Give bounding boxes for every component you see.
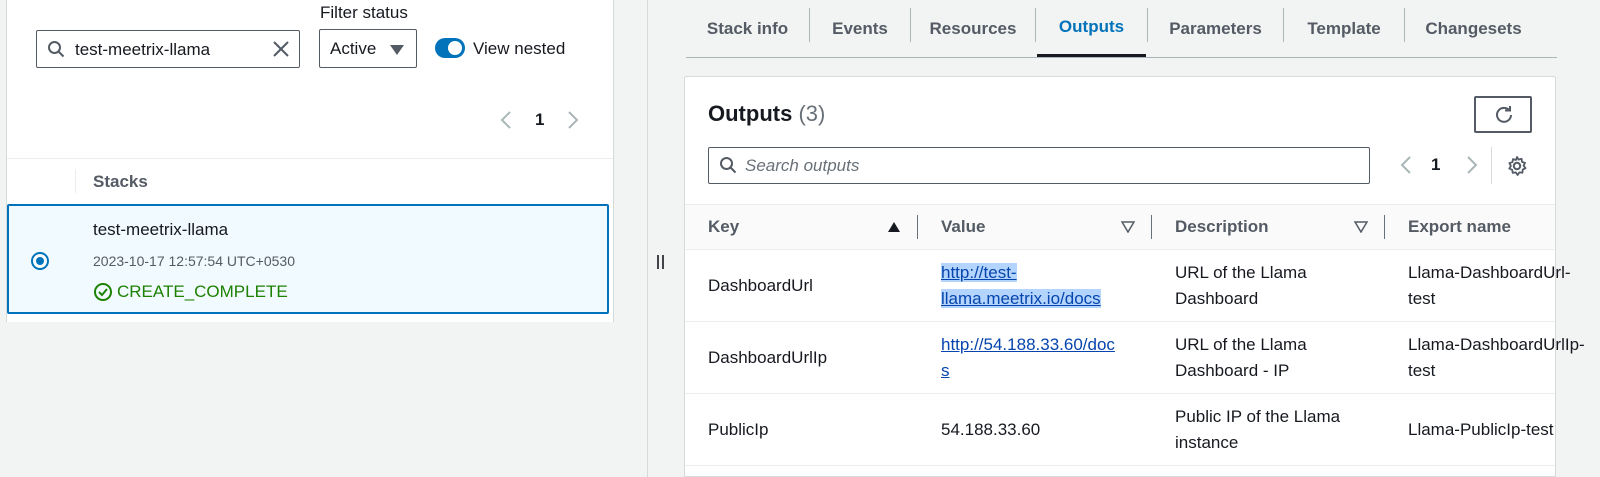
column-header-key[interactable]: Key: [708, 217, 739, 237]
search-icon: [48, 41, 65, 58]
drag-handle-icon[interactable]: [654, 254, 666, 270]
filter-status-label: Filter status: [320, 3, 408, 22]
stack-search-input[interactable]: test-meetrix-llama: [36, 30, 300, 68]
stack-radio[interactable]: [31, 252, 49, 270]
gear-icon[interactable]: [1506, 155, 1528, 177]
sort-ascending-icon[interactable]: [887, 221, 901, 233]
search-outputs-input[interactable]: [745, 154, 1345, 178]
toggle-knob: [448, 41, 462, 55]
output-key: PublicIp: [708, 420, 769, 439]
output-description: Public IP of the Llama instance: [1175, 404, 1340, 456]
check-circle-icon: [94, 283, 112, 301]
output-value: 54.188.33.60: [941, 420, 1041, 439]
output-export-name: Llama-DashboardUrl- test: [1408, 260, 1571, 312]
stacks-table-header: Stacks: [7, 158, 613, 204]
outputs-container: Outputs (3) 1 Key: [684, 76, 1585, 477]
export-line: Llama-DashboardUrlIp-: [1408, 335, 1585, 354]
chevron-right-icon[interactable]: [1461, 155, 1481, 175]
column-divider: [75, 169, 76, 193]
tab-template[interactable]: Template: [1284, 0, 1404, 57]
chevron-left-icon[interactable]: [1397, 155, 1417, 175]
tab-divider: [1035, 8, 1036, 42]
description-line: Dashboard: [1175, 289, 1259, 308]
caret-down-icon: [390, 45, 404, 55]
output-value-link[interactable]: http://54.188.33.60/doc: [941, 335, 1115, 354]
outputs-table-header: Key Value Description Export name: [685, 204, 1555, 250]
tab-events[interactable]: Events: [810, 0, 910, 57]
output-export-name: Llama-DashboardUrlIp- test: [1408, 332, 1585, 384]
description-line: URL of the Llama: [1175, 335, 1307, 354]
output-key: DashboardUrl: [708, 276, 813, 295]
tab-outputs[interactable]: Outputs: [1037, 0, 1146, 57]
description-line: Dashboard - IP: [1175, 361, 1290, 380]
view-nested-label: View nested: [473, 39, 566, 58]
tab-changesets[interactable]: Changesets: [1405, 0, 1542, 57]
outputs-pagination: 1: [1393, 153, 1483, 177]
refresh-button[interactable]: [1474, 96, 1532, 133]
column-divider[interactable]: [1384, 215, 1385, 239]
tab-parameters[interactable]: Parameters: [1148, 0, 1283, 57]
output-value-link[interactable]: llama.meetrix.io/docs: [941, 289, 1101, 308]
stack-name[interactable]: test-meetrix-llama: [93, 220, 228, 240]
table-row: DashboardUrlIp http://54.188.33.60/doc s…: [685, 322, 1585, 394]
column-divider[interactable]: [917, 215, 918, 239]
tab-resources[interactable]: Resources: [911, 0, 1035, 57]
export-line: test: [1408, 361, 1436, 380]
column-header-description[interactable]: Description: [1175, 217, 1269, 237]
search-icon: [720, 157, 737, 174]
outputs-heading: Outputs (3): [708, 101, 825, 127]
chevron-left-icon[interactable]: [497, 110, 517, 130]
panel-splitter[interactable]: [647, 0, 648, 477]
description-line: Public IP of the Llama: [1175, 407, 1341, 426]
stacks-panel: Filter status test-meetrix-llama Active …: [0, 0, 614, 477]
output-value-link[interactable]: http://test-: [941, 263, 1017, 282]
stacks-pagination: 1: [497, 108, 587, 132]
column-header-value[interactable]: Value: [941, 217, 985, 237]
outputs-count: (3): [798, 101, 826, 126]
stack-status-text: CREATE_COMPLETE: [117, 282, 288, 301]
stacks-card: Filter status test-meetrix-llama Active …: [6, 0, 614, 322]
output-value-link[interactable]: s: [941, 361, 950, 380]
clear-icon[interactable]: [271, 39, 291, 59]
export-line: Llama-DashboardUrl-: [1408, 263, 1571, 282]
sort-descending-icon[interactable]: [1121, 221, 1135, 233]
stack-date: 2023-10-17 12:57:54 UTC+0530: [93, 253, 295, 269]
stack-detail-tabs: Stack info Events Resources Outputs Para…: [686, 0, 1557, 58]
search-outputs-field[interactable]: [708, 147, 1370, 184]
output-description: URL of the Llama Dashboard - IP: [1175, 332, 1307, 384]
stack-status: CREATE_COMPLETE: [93, 282, 288, 302]
page-number[interactable]: 1: [535, 110, 544, 130]
description-line: URL of the Llama: [1175, 263, 1307, 282]
output-value: http://test- llama.meetrix.io/docs: [941, 260, 1101, 312]
refresh-icon: [1496, 106, 1512, 123]
stack-row[interactable]: test-meetrix-llama 2023-10-17 12:57:54 U…: [7, 204, 609, 314]
view-nested-toggle[interactable]: [435, 38, 465, 58]
outputs-title: Outputs: [708, 101, 793, 126]
column-divider[interactable]: [1151, 215, 1152, 239]
export-line: test: [1408, 289, 1436, 308]
chevron-right-icon[interactable]: [562, 110, 582, 130]
output-description: URL of the Llama Dashboard: [1175, 260, 1307, 312]
filter-status-value: Active: [330, 39, 377, 58]
output-value: http://54.188.33.60/doc s: [941, 332, 1115, 384]
stack-search-value[interactable]: test-meetrix-llama: [75, 40, 210, 60]
table-row: DashboardUrl http://test- llama.meetrix.…: [685, 250, 1571, 322]
stacks-column-header: Stacks: [93, 172, 148, 191]
sort-descending-icon[interactable]: [1354, 221, 1368, 233]
description-line: instance: [1175, 433, 1239, 452]
table-row: PublicIp 54.188.33.60 Public IP of the L…: [685, 394, 1555, 466]
pagination-divider: [1491, 147, 1492, 184]
tab-stack-info[interactable]: Stack info: [686, 0, 809, 57]
filter-status-select[interactable]: Active: [319, 29, 417, 68]
column-header-export-name[interactable]: Export name: [1408, 217, 1511, 237]
output-key: DashboardUrlIp: [708, 348, 828, 367]
output-export-name: Llama-PublicIp-test: [1408, 420, 1554, 439]
page-number[interactable]: 1: [1431, 155, 1440, 175]
